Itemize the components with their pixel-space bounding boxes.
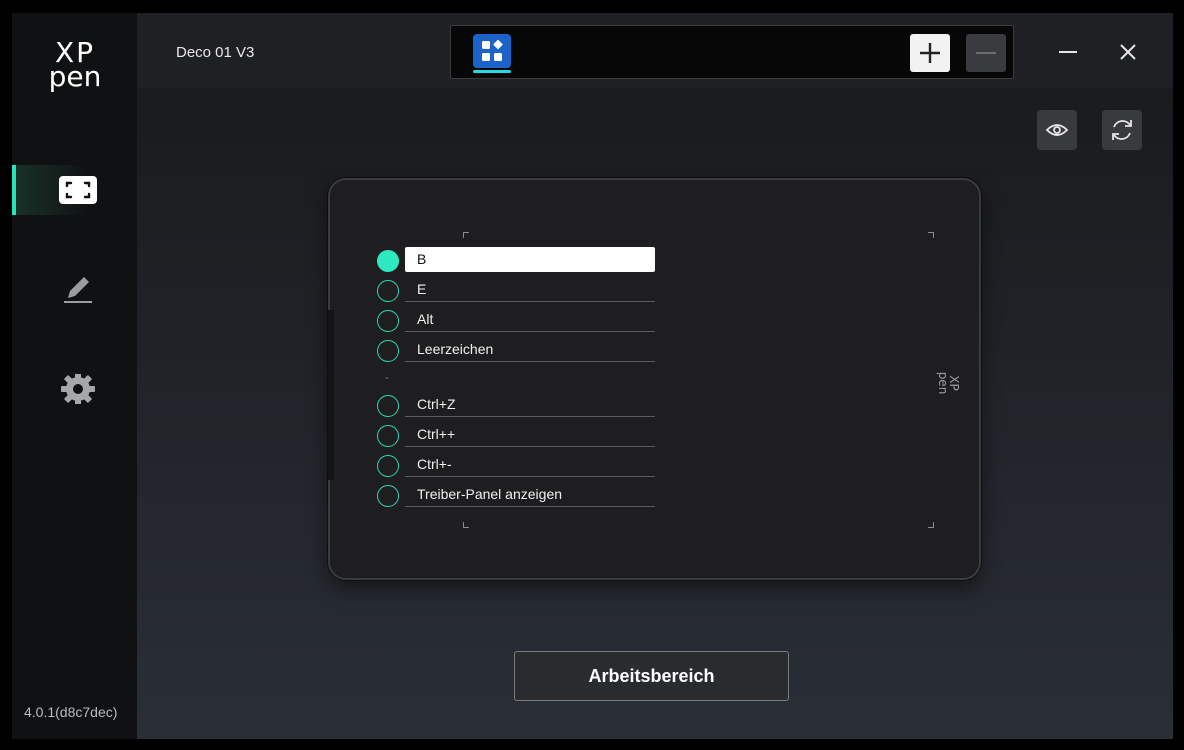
version-label: 4.0.1(d8c7dec)	[24, 704, 118, 720]
tab-all-applications[interactable]	[473, 34, 511, 73]
working-area-button[interactable]: Arbeitsbereich	[514, 651, 789, 701]
refresh-button[interactable]	[1102, 110, 1142, 150]
key-assignment-field[interactable]: Ctrl+-	[405, 452, 655, 477]
active-tab-indicator	[473, 70, 511, 73]
separator-mark: -	[385, 372, 389, 384]
express-key-1[interactable]: B	[377, 246, 657, 276]
key-radio[interactable]	[377, 425, 399, 447]
tablet-illustration: XP pen B E Alt Leerzeichen - Ctrl+Z Ctrl…	[328, 178, 981, 580]
key-assignment-field[interactable]: Ctrl++	[405, 422, 655, 447]
express-key-5[interactable]: Ctrl+Z	[377, 391, 657, 421]
tablet-logo: XP pen	[929, 369, 961, 397]
title-bar: Deco 01 V3	[137, 13, 1173, 88]
key-group-separator: -	[377, 366, 657, 391]
close-icon	[1120, 44, 1136, 60]
key-assignment-field[interactable]: B	[405, 247, 655, 272]
fullscreen-frame-icon	[59, 176, 97, 204]
minimize-button[interactable]	[1055, 39, 1081, 65]
key-assignment-field[interactable]: Ctrl+Z	[405, 392, 655, 417]
key-radio[interactable]	[377, 310, 399, 332]
refresh-icon	[1112, 120, 1132, 140]
tablet-logo-bottom: pen	[936, 371, 950, 395]
gear-icon	[61, 374, 95, 404]
active-area-corner	[928, 232, 934, 238]
express-key-4[interactable]: Leerzeichen	[377, 336, 657, 366]
device-name: Deco 01 V3	[176, 44, 255, 61]
key-radio[interactable]	[377, 455, 399, 477]
sidebar-item-pen[interactable]	[12, 264, 137, 314]
key-radio[interactable]	[377, 250, 399, 272]
logo-bottom-text: pen	[48, 60, 102, 93]
add-application-button[interactable]	[910, 34, 950, 72]
apps-grid-icon	[473, 34, 511, 68]
minus-icon	[976, 52, 996, 54]
express-key-8[interactable]: Treiber-Panel anzeigen	[377, 481, 657, 511]
eye-icon	[1045, 124, 1069, 136]
key-assignment-field[interactable]: E	[405, 277, 655, 302]
close-button[interactable]	[1115, 39, 1141, 65]
remove-application-button[interactable]	[966, 34, 1006, 72]
active-area-corner	[463, 522, 469, 528]
express-key-3[interactable]: Alt	[377, 306, 657, 336]
key-assignment-field[interactable]: Treiber-Panel anzeigen	[405, 482, 655, 507]
key-radio[interactable]	[377, 280, 399, 302]
sidebar-item-settings[interactable]	[12, 364, 137, 414]
key-radio[interactable]	[377, 485, 399, 507]
application-tabs	[450, 25, 1014, 79]
minimize-icon	[1059, 51, 1077, 53]
express-key-7[interactable]: Ctrl+-	[377, 451, 657, 481]
pen-icon	[64, 277, 92, 303]
express-key-list: B E Alt Leerzeichen - Ctrl+Z Ctrl++ Ctrl…	[377, 246, 657, 511]
preview-button[interactable]	[1037, 110, 1077, 150]
tablet-side-edge	[328, 310, 334, 480]
plus-icon	[920, 43, 940, 63]
express-key-2[interactable]: E	[377, 276, 657, 306]
main-panel: XP pen B E Alt Leerzeichen - Ctrl+Z Ctrl…	[137, 88, 1173, 739]
sidebar: XP pen 4.0.1(d8c7dec)	[12, 13, 137, 739]
brand-logo: XP pen	[46, 39, 104, 93]
express-key-6[interactable]: Ctrl++	[377, 421, 657, 451]
active-area-corner	[463, 232, 469, 238]
key-assignment-field[interactable]: Alt	[405, 307, 655, 332]
active-area-corner	[928, 522, 934, 528]
sidebar-item-working-area[interactable]	[12, 165, 137, 215]
key-radio[interactable]	[377, 340, 399, 362]
driver-window: XP pen 4.0.1(d8c7dec) Deco 01 V3 XP pen …	[12, 13, 1173, 739]
key-assignment-field[interactable]: Leerzeichen	[405, 337, 655, 362]
key-radio[interactable]	[377, 395, 399, 417]
